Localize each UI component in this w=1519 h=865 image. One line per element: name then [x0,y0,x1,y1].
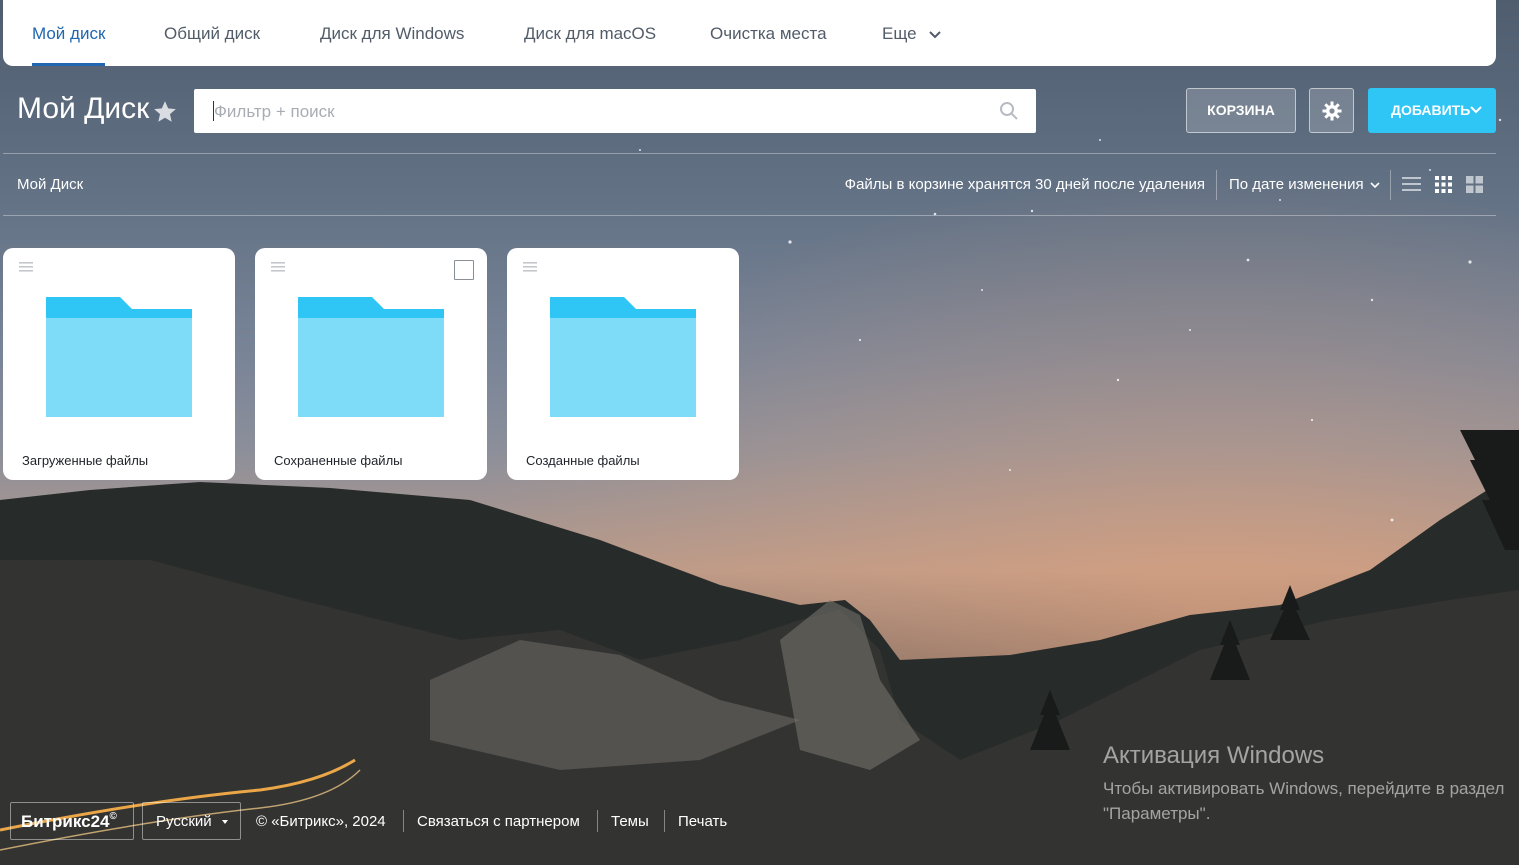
text-cursor [213,101,214,121]
folder-icon [298,297,444,417]
grid-view-icon[interactable] [1435,176,1452,193]
activation-line1: Чтобы активировать Windows, перейдите в … [1103,779,1505,798]
add-button[interactable]: ДОБАВИТЬ [1368,88,1496,133]
contact-partner-link[interactable]: Связаться с партнером [417,813,580,830]
divider [3,153,1496,154]
tab-disk-windows[interactable]: Диск для Windows [320,0,464,66]
divider [1390,170,1391,200]
divider [597,810,598,832]
tab-more-label: Еще [882,24,917,43]
search-box[interactable] [194,89,1036,135]
print-link[interactable]: Печать [678,813,727,830]
folder-icon [46,297,192,417]
folder-card-saved[interactable]: Сохраненные файлы [255,248,487,480]
select-checkbox[interactable] [454,260,474,280]
sort-select[interactable]: По дате изменения [1229,176,1380,193]
tab-my-disk[interactable]: Мой диск [32,0,106,66]
drag-menu-icon[interactable] [523,262,537,272]
activation-title: Активация Windows [1103,742,1325,769]
folder-icon [550,297,696,417]
trash-button[interactable]: КОРЗИНА [1186,88,1296,133]
bitrix24-logo[interactable]: Битрикс24© [10,802,134,840]
trash-retention-note: Файлы в корзине хранятся 30 дней после у… [844,176,1205,193]
folder-name: Загруженные файлы [22,453,149,468]
top-navigation: Мой диск Общий диск Диск для Windows Дис… [3,0,1496,66]
language-select[interactable]: Русский [142,802,241,840]
star-icon[interactable] [152,99,178,125]
divider [403,810,404,832]
drag-menu-icon[interactable] [271,262,285,272]
folder-card-uploaded[interactable]: Загруженные файлы [3,248,235,480]
page-title: Мой Диск [17,92,150,125]
tab-cleanup[interactable]: Очистка места [710,0,827,66]
activation-line2: "Параметры". [1103,804,1211,823]
chevron-down-icon [1470,106,1482,114]
sort-label: По дате изменения [1229,176,1364,193]
settings-button[interactable] [1309,88,1354,133]
tile-view-icon[interactable] [1466,176,1483,193]
divider [664,810,665,832]
drag-menu-icon[interactable] [19,262,33,272]
tab-disk-macos[interactable]: Диск для macOS [524,0,656,66]
folder-card-created[interactable]: Созданные файлы [507,248,739,480]
breadcrumb[interactable]: Мой Диск [17,176,83,193]
gear-icon [1322,101,1342,121]
divider [3,215,1496,216]
themes-link[interactable]: Темы [611,813,649,830]
chevron-down-icon [929,30,942,38]
logo-text: Битрикс24 [21,812,110,831]
tab-more[interactable]: Еще [882,0,942,66]
windows-activation-watermark: Активация Windows Чтобы активировать Win… [1103,742,1504,826]
copyright: © «Битрикс», 2024 [256,813,386,830]
tab-shared-disk[interactable]: Общий диск [164,0,260,66]
search-icon[interactable] [999,101,1019,121]
folder-name: Сохраненные файлы [274,453,403,468]
folder-name: Созданные файлы [526,453,640,468]
search-input[interactable] [212,89,986,135]
add-button-label: ДОБАВИТЬ [1391,102,1471,118]
divider [1216,170,1217,200]
list-view-icon[interactable] [1402,176,1421,193]
chevron-down-icon [1370,181,1380,188]
